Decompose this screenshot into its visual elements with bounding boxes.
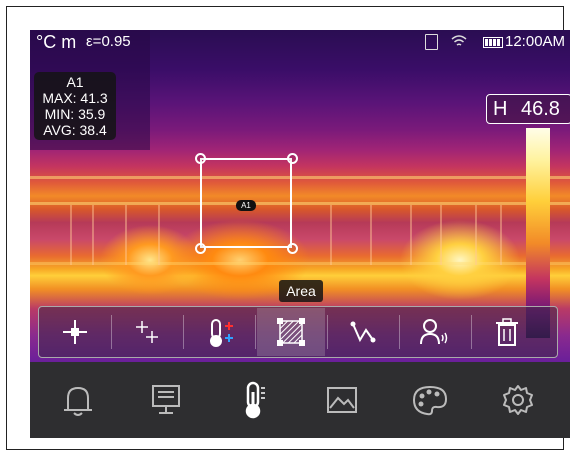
thermometer-points-icon (210, 319, 233, 347)
hot-cold-point-icon (136, 321, 158, 343)
bell-icon (64, 386, 92, 416)
palette-icon (412, 385, 448, 416)
trash-icon (496, 318, 518, 346)
measurement-name: A1 (66, 74, 84, 90)
wifi-icon (451, 35, 467, 46)
resize-handle-top-left[interactable] (195, 153, 206, 164)
resize-handle-bottom-right[interactable] (287, 243, 298, 254)
measurement-avg: AVG: 38.4 (43, 122, 107, 138)
high-temp-readout: H 46.8 (486, 94, 570, 124)
battery-icon (483, 37, 503, 48)
delete-button[interactable] (473, 308, 541, 356)
display-icon (152, 385, 180, 414)
line-icon (350, 321, 376, 343)
status-bar: °C m ε=0.95 12:00AM (30, 30, 570, 54)
tool-tooltip: Area (279, 280, 323, 302)
nav-image[interactable] (320, 378, 364, 422)
bottom-nav (30, 362, 570, 438)
gear-icon (503, 385, 533, 415)
resize-handle-top-right[interactable] (287, 153, 298, 164)
emissivity-label: ε=0.95 (86, 33, 131, 50)
resize-handle-bottom-left[interactable] (195, 243, 206, 254)
measurement-panel: A1 MAX: 41.3 MIN: 35.9 AVG: 38.4 (34, 72, 116, 140)
thermal-screen: °C m ε=0.95 12:00AM A1 MAX: 41.3 MIN: 35… (30, 30, 570, 438)
nav-display[interactable] (144, 378, 188, 422)
nav-alarm[interactable] (56, 378, 100, 422)
area-icon (277, 318, 305, 346)
nav-palette[interactable] (408, 378, 452, 422)
image-icon (327, 387, 357, 413)
sd-card-icon (425, 34, 438, 50)
unit-label: °C m (36, 32, 77, 52)
measurement-toolbar (38, 306, 558, 358)
thermometer-points-button[interactable] (185, 308, 253, 356)
center-point-button[interactable] (41, 308, 109, 356)
nav-settings[interactable] (496, 378, 540, 422)
area-button[interactable] (257, 308, 325, 356)
nav-measurement[interactable] (232, 378, 276, 422)
line-button[interactable] (329, 308, 397, 356)
measurement-max: MAX: 41.3 (42, 90, 108, 106)
readout-value: 46.8 (521, 98, 560, 120)
hot-cold-point-button[interactable] (113, 308, 181, 356)
voice-button[interactable] (401, 308, 469, 356)
voice-icon (420, 319, 448, 345)
clock: 12:00AM (505, 33, 566, 50)
center-point-icon (63, 320, 87, 344)
measurement-min: MIN: 35.9 (44, 106, 106, 122)
readout-label: H (493, 98, 508, 120)
thermometer-icon (245, 381, 265, 419)
area-tag: A1 (236, 200, 256, 211)
